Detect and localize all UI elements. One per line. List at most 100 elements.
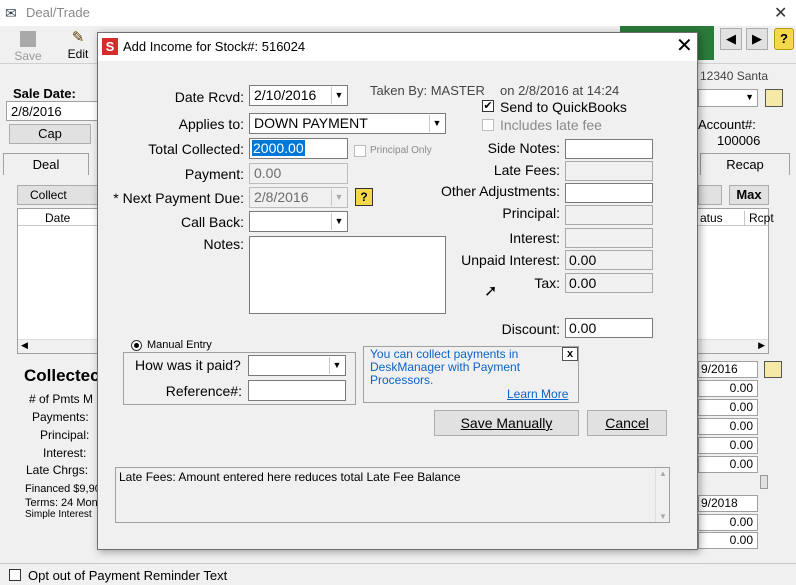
window-titlebar: ✉ Deal/Trade ✕ (0, 0, 796, 26)
includes-late-fee-checkbox[interactable] (482, 119, 494, 131)
cap-button[interactable]: Cap (9, 124, 91, 144)
side-notes-label: Side Notes: (487, 140, 560, 156)
scroll-left-icon[interactable]: ◀ (21, 340, 28, 351)
calendar-icon[interactable] (764, 361, 782, 378)
right-date-2[interactable]: 9/2018 (698, 495, 758, 512)
date-rcvd-field[interactable]: 2/10/2016 ▼ (249, 85, 348, 106)
simple-interest-label: Simple Interest (25, 509, 92, 520)
notes-textarea[interactable] (249, 236, 446, 314)
tab-recap[interactable]: Recap (700, 153, 790, 175)
terms-label: Terms: 24 Mon (25, 497, 98, 509)
account-value: 100006 (717, 133, 761, 148)
save-toolbar-button[interactable]: Save (8, 29, 48, 63)
help-icon[interactable]: ? (774, 28, 794, 50)
applies-to-select[interactable]: DOWN PAYMENT ▼ (249, 113, 446, 134)
payment-value: 0.00 (254, 165, 282, 181)
right-date-1[interactable]: 9/2016 (698, 361, 758, 378)
right-value-6: 0.00 (698, 514, 758, 531)
help-text: Late Fees: Amount entered here reduces t… (119, 470, 461, 484)
next-payment-value: 2/8/2016 (254, 189, 309, 205)
opt-out-checkbox[interactable] (9, 569, 21, 581)
max-button[interactable]: Max (729, 185, 769, 205)
edit-icon: ✎ (71, 29, 85, 46)
applies-to-value: DOWN PAYMENT (254, 115, 368, 131)
copy-icon[interactable] (765, 89, 783, 107)
small-button[interactable] (760, 475, 768, 489)
manual-entry-radio[interactable] (131, 340, 142, 351)
late-fees-label: Late Fees: (493, 162, 560, 178)
next-payment-chevron-down-icon[interactable]: ▼ (331, 189, 346, 206)
unpaid-interest-value: 0.00 (569, 252, 597, 268)
info-close-button[interactable]: x (562, 347, 578, 361)
total-collected-value: 2000.00 (252, 140, 305, 156)
scroll-right-icon[interactable]: ▶ (758, 340, 765, 351)
how-paid-select[interactable]: ▼ (248, 355, 346, 376)
how-paid-label: How was it paid? (135, 357, 241, 373)
right-value-2: 0.00 (698, 399, 758, 416)
next-payment-field[interactable]: 2/8/2016 ▼ (249, 187, 348, 208)
nav-prev-button[interactable]: ◀ (720, 28, 742, 50)
pmts-label: # of Pmts M (29, 392, 94, 406)
right-value-5: 0.00 (698, 456, 758, 473)
date-rcvd-value: 2/10/2016 (254, 87, 317, 103)
other-adjustments-input[interactable] (565, 183, 653, 203)
applies-to-chevron-down-icon[interactable]: ▼ (429, 115, 444, 132)
right-value-7: 0.00 (698, 532, 758, 549)
applies-to-label: Applies to: (178, 116, 244, 132)
late-chrgs-label: Late Chrgs: (26, 463, 89, 477)
add-income-dialog: S Add Income for Stock#: 516024 ✕ Taken … (97, 32, 698, 550)
tab-deal[interactable]: Deal (3, 153, 89, 175)
discount-input[interactable]: 0.00 (565, 318, 653, 338)
sale-date-label: Sale Date: (13, 86, 76, 101)
window-close-icon[interactable]: ✕ (774, 3, 787, 23)
principal-only-checkbox[interactable] (354, 145, 366, 157)
manual-entry-label: Manual Entry (147, 339, 215, 351)
unpaid-interest-label: Unpaid Interest: (461, 252, 560, 268)
help-text-box: Late Fees: Amount entered here reduces t… (115, 467, 670, 523)
total-collected-input[interactable]: 2000.00 (249, 138, 348, 159)
payment-field: 0.00 (249, 163, 348, 184)
edit-toolbar-label: Edit (67, 47, 89, 61)
side-notes-input[interactable] (565, 139, 653, 159)
collected-heading: Collectec (24, 366, 100, 385)
call-back-chevron-down-icon[interactable]: ▼ (331, 213, 346, 230)
sale-date-field[interactable]: 2/8/2016 (6, 101, 98, 121)
unpaid-interest-field: 0.00 (565, 250, 653, 270)
help-scroll-down-icon[interactable]: ▼ (659, 512, 667, 521)
info-text: You can collect payments in DeskManager … (370, 347, 521, 387)
collect-payment-button[interactable]: Collect Payme (17, 185, 101, 205)
edit-toolbar-button[interactable]: ✎ Edit (58, 29, 98, 63)
date-rcvd-chevron-down-icon[interactable]: ▼ (331, 87, 346, 104)
help-scroll-up-icon[interactable]: ▲ (659, 469, 667, 478)
principal-label: Principal: (40, 428, 90, 442)
next-payment-help-icon[interactable]: ? (355, 188, 373, 206)
help-scrollbar[interactable]: ▲ ▼ (655, 468, 669, 522)
window-title: Deal/Trade (26, 5, 90, 20)
cancel-button[interactable]: Cancel (587, 410, 667, 436)
reference-input[interactable] (248, 380, 346, 401)
col-date: Date (45, 211, 71, 225)
nav-next-button[interactable]: ▶ (746, 28, 768, 50)
principal-field (565, 205, 653, 225)
dialog-close-icon[interactable]: ✕ (676, 35, 693, 57)
save-icon (20, 31, 36, 47)
next-payment-label: * Next Payment Due: (113, 190, 244, 206)
save-manually-button[interactable]: Save Manually (434, 410, 579, 436)
financed-label: Financed $9,90 (25, 483, 101, 495)
call-back-field[interactable]: ▼ (249, 211, 348, 232)
date-rcvd-label: Date Rcvd: (174, 89, 244, 105)
col-rcpt: Rcpt (744, 211, 774, 225)
learn-more-link[interactable]: Learn More (507, 387, 568, 401)
taken-on-label: on 2/8/2016 at 14:24 (500, 83, 620, 98)
late-fees-field (565, 161, 653, 181)
right-dropdown[interactable]: ▼ (698, 89, 758, 107)
how-paid-chevron-down-icon[interactable]: ▼ (329, 357, 344, 374)
mouse-cursor-icon: ➚ (484, 283, 498, 300)
notes-label: Notes: (203, 236, 244, 252)
total-collected-label: Total Collected: (148, 141, 244, 157)
send-quickbooks-checkbox[interactable]: ✔ (482, 100, 494, 112)
send-quickbooks-label: Send to QuickBooks (500, 99, 627, 115)
app-icon: ✉ (5, 5, 17, 21)
includes-late-fee-label: Includes late fee (500, 117, 602, 133)
payments-label: Payments: (32, 410, 89, 424)
